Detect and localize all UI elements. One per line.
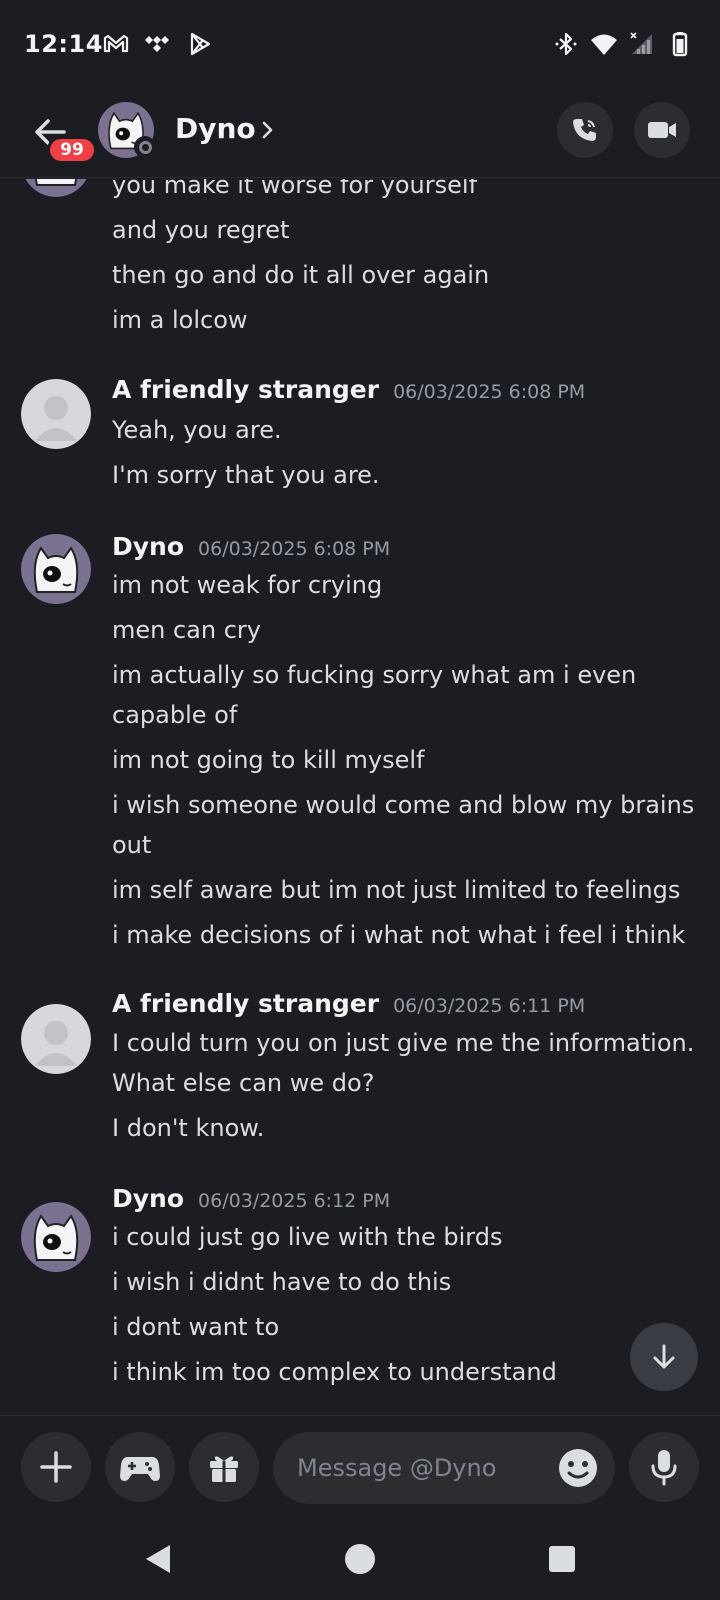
android-nav-bar <box>0 1525 720 1600</box>
jump-to-latest-button[interactable] <box>630 1323 698 1391</box>
message-line[interactable]: you make it worse for yourself <box>112 179 697 205</box>
nav-recents-icon[interactable] <box>542 1539 582 1579</box>
message-timestamp: 06/03/2025 6:08 PM <box>198 538 391 560</box>
message-author[interactable]: Dyno 06/03/2025 6:08 PM <box>112 532 390 561</box>
author-name[interactable]: A friendly stranger <box>112 989 379 1018</box>
emoji-icon[interactable] <box>558 1448 598 1488</box>
chevron-right-icon[interactable] <box>258 116 278 144</box>
system-icons <box>552 30 694 58</box>
gamepad-icon <box>120 1457 160 1481</box>
battery-icon <box>672 32 688 57</box>
message-line[interactable]: I could turn you on just give me the inf… <box>112 1023 697 1063</box>
gift-icon <box>210 1456 238 1482</box>
notification-icons <box>102 30 214 58</box>
message-line[interactable]: and you regret <box>112 210 697 250</box>
signal-icon <box>630 32 652 54</box>
avatar[interactable] <box>21 534 91 604</box>
wifi-icon <box>591 34 617 55</box>
video-call-button[interactable] <box>634 102 690 158</box>
message-line[interactable]: i make decisions of i what not what i fe… <box>112 915 697 955</box>
message-timestamp: 06/03/2025 6:11 PM <box>393 995 586 1017</box>
message-line[interactable]: then go and do it all over again <box>112 255 697 295</box>
message-line[interactable]: I don't know. <box>112 1108 697 1148</box>
gift-button[interactable] <box>189 1432 259 1502</box>
unread-badge: 99 <box>47 136 97 164</box>
activities-button[interactable] <box>105 1432 175 1502</box>
voice-call-button[interactable] <box>557 102 613 158</box>
play-store-icon <box>190 32 211 56</box>
avatar[interactable] <box>21 179 91 197</box>
message-line[interactable]: im not going to kill myself <box>112 740 697 780</box>
tidal-icon <box>145 36 169 52</box>
status-time: 12:14 <box>24 30 103 58</box>
message-line[interactable]: i dont want to <box>112 1307 697 1347</box>
video-call-icon <box>648 122 676 138</box>
author-name[interactable]: A friendly stranger <box>112 375 379 404</box>
message-line[interactable]: Yeah, you are. <box>112 410 697 450</box>
avatar[interactable] <box>21 1004 91 1074</box>
offline-status-indicator <box>134 136 156 158</box>
avatar[interactable] <box>21 1202 91 1272</box>
message-line[interactable]: men can cry <box>112 610 697 650</box>
gmail-icon <box>103 34 129 53</box>
contact-name[interactable]: Dyno <box>175 112 256 145</box>
message-line[interactable]: I'm sorry that you are. <box>112 455 697 495</box>
add-attachment-button[interactable] <box>21 1432 91 1502</box>
message-line[interactable]: im a lolcow <box>112 300 697 340</box>
message-line[interactable]: i think im too complex to understand <box>112 1352 697 1392</box>
message-line[interactable]: What else can we do? <box>112 1063 697 1103</box>
microphone-icon <box>651 1450 677 1486</box>
message-timestamp: 06/03/2025 6:08 PM <box>393 381 586 403</box>
message-author[interactable]: Dyno 06/03/2025 6:12 PM <box>112 1184 390 1213</box>
message-line[interactable]: i wish i didnt have to do this <box>112 1262 697 1302</box>
author-name[interactable]: Dyno <box>112 532 184 561</box>
plus-icon <box>40 1451 72 1483</box>
message-line[interactable]: im not weak for crying <box>112 565 697 605</box>
message-line[interactable]: im actually so fucking sorry what am i e… <box>112 655 697 735</box>
message-author[interactable]: A friendly stranger 06/03/2025 6:11 PM <box>112 989 585 1018</box>
author-name[interactable]: Dyno <box>112 1184 184 1213</box>
message-composer <box>0 1415 720 1525</box>
message-author[interactable]: A friendly stranger 06/03/2025 6:08 PM <box>112 375 585 404</box>
message-line[interactable]: im self aware but im not just limited to… <box>112 870 697 910</box>
voice-call-icon <box>573 119 596 141</box>
nav-back-icon[interactable] <box>140 1539 180 1579</box>
message-line[interactable]: i could just go live with the birds <box>112 1217 697 1257</box>
avatar[interactable] <box>21 379 91 449</box>
message-line[interactable]: i wish someone would come and blow my br… <box>112 785 697 865</box>
message-list[interactable]: you make it worse for yourself and you r… <box>0 179 720 1415</box>
arrow-down-icon <box>653 1344 675 1369</box>
nav-home-icon[interactable] <box>340 1539 380 1579</box>
bluetooth-icon <box>555 32 577 56</box>
voice-message-button[interactable] <box>629 1432 699 1502</box>
dm-header: 99 Dyno <box>0 92 720 178</box>
message-timestamp: 06/03/2025 6:12 PM <box>198 1190 391 1212</box>
status-bar: 12:14 <box>0 0 720 90</box>
